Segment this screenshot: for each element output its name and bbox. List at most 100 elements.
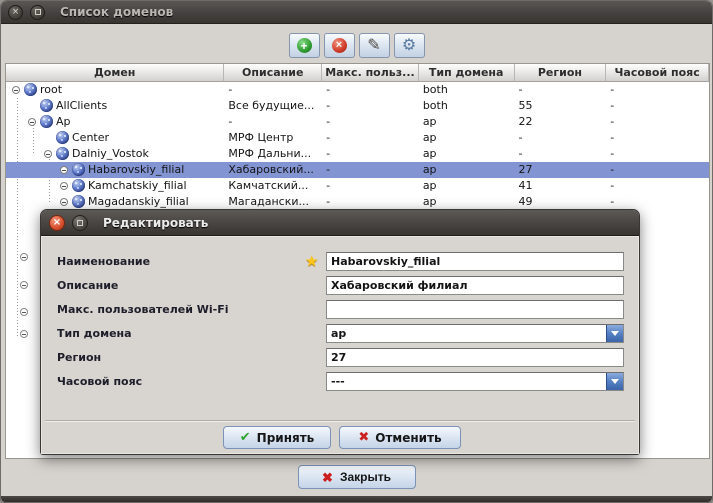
name-field[interactable] bbox=[326, 252, 624, 271]
table-row[interactable]: Ap--ap22- bbox=[6, 114, 709, 130]
dialog-titlebar[interactable]: × Редактировать bbox=[41, 210, 639, 236]
tree-toggle[interactable] bbox=[12, 86, 20, 94]
max-users-cell: - bbox=[322, 162, 419, 178]
max-users-cell: - bbox=[322, 82, 419, 98]
add-domain-button[interactable]: + bbox=[289, 33, 320, 58]
tree-toggle[interactable] bbox=[60, 182, 68, 190]
description-field[interactable] bbox=[326, 276, 624, 295]
domain-name-cell: root bbox=[6, 82, 224, 98]
tree-toggle[interactable] bbox=[28, 118, 36, 126]
field-row: Описание bbox=[41, 276, 639, 296]
window-title: Список доменов bbox=[60, 5, 173, 19]
max-users-cell: - bbox=[322, 98, 419, 114]
domain-name-label: Habarovskiy_filial bbox=[88, 162, 184, 178]
max-users-cell: - bbox=[322, 178, 419, 194]
field-label: Описание bbox=[57, 279, 118, 292]
region-cell: - bbox=[515, 82, 607, 98]
field-row: Тип доменаap bbox=[41, 324, 639, 344]
field-label: Макс. пользователей Wi-Fi bbox=[57, 303, 229, 316]
edit-domain-button[interactable]: ✎ bbox=[359, 33, 390, 58]
domain-node-icon bbox=[72, 179, 85, 192]
region-cell: 27 bbox=[515, 162, 607, 178]
domain-type-combo[interactable]: ap bbox=[326, 324, 624, 343]
dialog-close-button[interactable]: × bbox=[49, 215, 65, 231]
minimize-icon bbox=[77, 220, 83, 226]
field-row: Макс. пользователей Wi-Fi bbox=[41, 300, 639, 320]
description-cell: - bbox=[224, 82, 322, 98]
timezone-cell: - bbox=[606, 178, 709, 194]
table-body: root--both--AllClientsВсе будущие...-bot… bbox=[6, 82, 709, 210]
field-row: Наименование★ bbox=[41, 252, 639, 272]
dialog-title: Редактировать bbox=[103, 216, 208, 230]
domain-node-icon bbox=[40, 115, 53, 128]
table-row[interactable]: Kamchatskiy_filialКамчатский...-ap41- bbox=[6, 178, 709, 194]
tree-toggle-hidden bbox=[20, 253, 28, 261]
window-close-button[interactable]: × bbox=[8, 5, 23, 20]
tree-toggle-hidden bbox=[20, 308, 28, 316]
field-label: Наименование bbox=[57, 255, 150, 268]
domain-node-icon bbox=[72, 163, 85, 176]
region-field[interactable] bbox=[326, 348, 624, 367]
edit-dialog: × Редактировать ✔ Принять ✖ Отменить Наи… bbox=[40, 209, 640, 455]
chevron-down-icon[interactable] bbox=[606, 325, 623, 342]
window-titlebar[interactable]: × Список доменов bbox=[1, 1, 712, 24]
domain-node-icon bbox=[56, 131, 69, 144]
delete-domain-button[interactable]: × bbox=[324, 33, 355, 58]
field-row: Регион bbox=[41, 348, 639, 368]
cancel-button[interactable]: ✖ Отменить bbox=[339, 426, 461, 449]
domain-name-label: Magadanskiy_filial bbox=[88, 194, 189, 210]
cancel-button-label: Отменить bbox=[375, 431, 441, 445]
field-row: Часовой пояс--- bbox=[41, 372, 639, 392]
max-users-cell: - bbox=[322, 146, 419, 162]
table-row[interactable]: AllClientsВсе будущие...-both55- bbox=[6, 98, 709, 114]
domain-node-icon bbox=[56, 147, 69, 160]
domain-name-cell: Magadanskiy_filial bbox=[6, 194, 224, 210]
dialog-minimize-button[interactable] bbox=[72, 215, 88, 231]
domain-type-cell: ap bbox=[419, 146, 515, 162]
region-cell: - bbox=[515, 146, 607, 162]
close-button[interactable]: ✖ Закрыть bbox=[298, 465, 416, 489]
accept-button[interactable]: ✔ Принять bbox=[223, 426, 331, 449]
window-bottom-edge bbox=[1, 496, 712, 502]
column-header[interactable]: Тип домена bbox=[419, 64, 515, 82]
column-header[interactable]: Часовой пояс bbox=[606, 64, 709, 82]
domain-name-label: root bbox=[40, 82, 62, 98]
field-label: Регион bbox=[57, 351, 101, 364]
table-row[interactable]: Magadanskiy_filialМагадански...-ap49- bbox=[6, 194, 709, 210]
domain-name-label: AllClients bbox=[56, 98, 107, 114]
region-cell: 55 bbox=[515, 98, 607, 114]
column-header[interactable]: Макс. польз... bbox=[322, 64, 419, 82]
settings-button[interactable]: ⚙ bbox=[394, 33, 425, 58]
domain-node-icon bbox=[24, 83, 37, 96]
table-row[interactable]: Dalniy_VostokМРФ Дальни...-ap-- bbox=[6, 146, 709, 162]
max-wifi-users-field[interactable] bbox=[326, 300, 624, 319]
domain-name-label: Dalniy_Vostok bbox=[72, 146, 149, 162]
tree-toggle[interactable] bbox=[60, 166, 68, 174]
domain-node-icon bbox=[40, 99, 53, 112]
description-cell: Магадански... bbox=[224, 194, 322, 210]
table-row[interactable]: CenterМРФ Центр-ap-- bbox=[6, 130, 709, 146]
column-header[interactable]: Регион bbox=[515, 64, 607, 82]
cancel-x-icon: ✖ bbox=[358, 431, 369, 444]
region-cell: 22 bbox=[515, 114, 607, 130]
column-header[interactable]: Домен bbox=[6, 64, 224, 82]
window-minimize-button[interactable] bbox=[30, 5, 45, 20]
table-row[interactable]: Habarovskiy_filialХабаровский...-ap27- bbox=[6, 162, 709, 178]
domain-name-cell: Kamchatskiy_filial bbox=[6, 178, 224, 194]
domain-name-cell: Habarovskiy_filial bbox=[6, 162, 224, 178]
tree-toggle[interactable] bbox=[60, 198, 68, 206]
domain-type-cell: ap bbox=[419, 194, 515, 210]
chevron-down-icon[interactable] bbox=[606, 373, 623, 390]
dialog-body: ✔ Принять ✖ Отменить Наименование★ Описан… bbox=[41, 236, 639, 454]
timezone-cell: - bbox=[606, 114, 709, 130]
column-header[interactable]: Описание bbox=[224, 64, 322, 82]
close-button-label: Закрыть bbox=[340, 470, 391, 484]
plus-circle-icon: + bbox=[297, 38, 312, 53]
domain-name-label: Center bbox=[72, 130, 109, 146]
table-row[interactable]: root--both-- bbox=[6, 82, 709, 98]
footer: ✖ Закрыть bbox=[1, 458, 712, 496]
combo-selected-value: --- bbox=[331, 373, 345, 390]
domain-node-icon bbox=[72, 195, 85, 208]
timezone-combo[interactable]: --- bbox=[326, 372, 624, 391]
tree-toggle[interactable] bbox=[44, 150, 52, 158]
